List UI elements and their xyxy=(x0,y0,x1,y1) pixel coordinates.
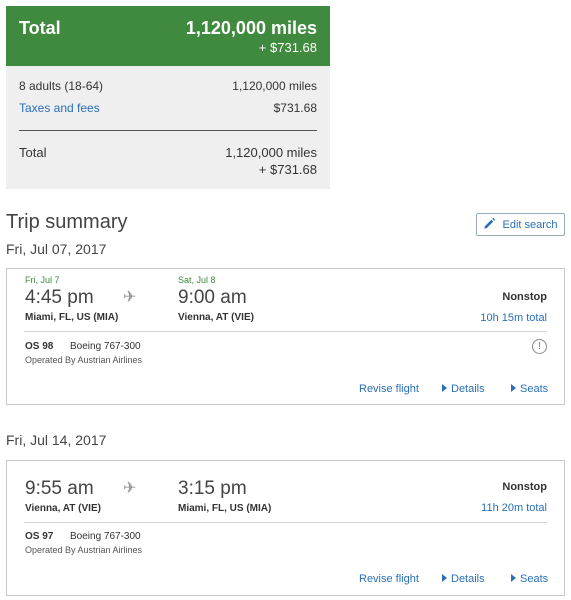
caret-right-icon xyxy=(511,574,516,582)
airplane-icon: ✈ xyxy=(123,289,137,306)
price-header-cash: + $731.68 xyxy=(258,40,317,55)
flight-number: OS 97 xyxy=(25,531,54,542)
arrive-place: Vienna, AT (VIE) xyxy=(178,312,254,323)
taxes-and-fees-link[interactable]: Taxes and fees xyxy=(19,101,100,115)
aircraft-type: Boeing 767-300 xyxy=(70,341,141,352)
airplane-icon: ✈ xyxy=(123,480,137,497)
flight-number: OS 98 xyxy=(25,341,54,352)
adults-label: 8 adults (18-64) xyxy=(19,79,104,93)
caret-right-icon xyxy=(442,384,447,392)
adults-value: 1,120,000 miles xyxy=(232,79,317,93)
depart-time: 4:45 pm xyxy=(25,287,94,308)
adults-row: 8 adults (18-64) 1,120,000 miles xyxy=(19,79,317,93)
price-header: Total 1,120,000 miles + $731.68 xyxy=(6,6,330,66)
total-cash: + $731.68 xyxy=(258,162,317,177)
return-date-header: Fri, Jul 14, 2017 xyxy=(6,432,107,448)
aircraft-type: Boeing 767-300 xyxy=(70,531,141,542)
caret-right-icon xyxy=(442,574,447,582)
stops-label: Nonstop xyxy=(502,481,547,493)
duration: 10h 15m total xyxy=(480,312,547,324)
pencil-icon xyxy=(483,217,496,233)
outbound-date-header: Fri, Jul 07, 2017 xyxy=(6,241,107,257)
info-icon[interactable]: ! xyxy=(532,339,547,354)
revise-flight-link[interactable]: Revise flight xyxy=(359,573,419,585)
flight-card-return: 9:55 am Vienna, AT (VIE) ✈ 3:15 pm Miami… xyxy=(6,460,565,596)
price-header-label: Total xyxy=(19,18,61,38)
flight-card-outbound: Fri, Jul 7 4:45 pm Miami, FL, US (MIA) ✈… xyxy=(6,268,565,405)
price-header-miles: 1,120,000 miles xyxy=(185,18,317,38)
arrive-time: 9:00 am xyxy=(178,287,247,308)
arrive-place: Miami, FL, US (MIA) xyxy=(178,503,272,514)
total-row: Total 1,120,000 miles + $731.68 xyxy=(19,145,317,181)
stops-label: Nonstop xyxy=(502,291,547,303)
depart-day: Fri, Jul 7 xyxy=(25,275,60,285)
duration: 11h 20m total xyxy=(481,502,547,514)
revise-flight-link[interactable]: Revise flight xyxy=(359,383,419,395)
details-link[interactable]: Details xyxy=(442,573,485,585)
total-miles: 1,120,000 miles xyxy=(225,145,317,160)
depart-place: Miami, FL, US (MIA) xyxy=(25,312,119,323)
price-divider xyxy=(19,130,317,131)
card-divider xyxy=(24,331,547,332)
taxes-row: Taxes and fees $731.68 xyxy=(19,101,317,115)
trip-summary-title: Trip summary xyxy=(6,211,128,233)
seats-link[interactable]: Seats xyxy=(511,573,548,585)
depart-time: 9:55 am xyxy=(25,478,94,499)
details-link[interactable]: Details xyxy=(442,383,485,395)
seats-link[interactable]: Seats xyxy=(511,383,548,395)
card-divider xyxy=(24,522,547,523)
edit-search-button[interactable]: Edit search xyxy=(476,213,565,236)
caret-right-icon xyxy=(511,384,516,392)
taxes-value: $731.68 xyxy=(273,101,317,115)
operated-by: Operated By Austrian Airlines xyxy=(25,545,143,555)
arrive-time: 3:15 pm xyxy=(178,478,247,499)
edit-search-label: Edit search xyxy=(502,218,558,231)
total-label: Total xyxy=(19,145,47,160)
arrive-day: Sat, Jul 8 xyxy=(178,275,216,285)
price-summary: Total 1,120,000 miles + $731.68 8 adults… xyxy=(6,6,330,189)
depart-place: Vienna, AT (VIE) xyxy=(25,503,101,514)
operated-by: Operated By Austrian Airlines xyxy=(25,355,143,365)
